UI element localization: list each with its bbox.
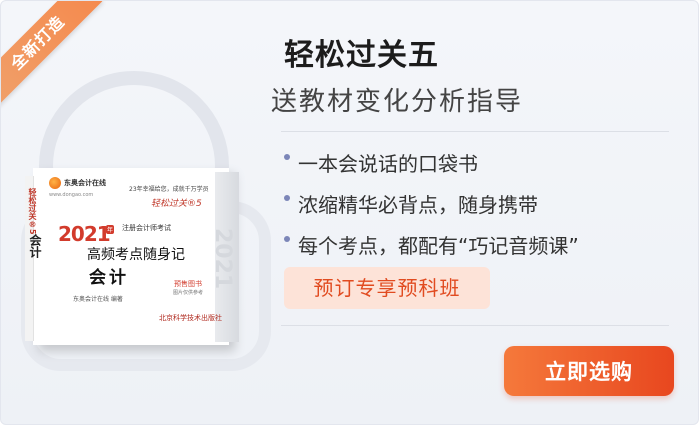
promo-badge: 预订专享预科班 xyxy=(284,267,490,309)
bottom-divider xyxy=(281,325,669,326)
feature-text: 浓缩精华必背点，随身携带 xyxy=(298,193,538,217)
book-badge-line1: 预售图书 xyxy=(174,280,202,288)
book-year-tag: 年 xyxy=(106,225,115,234)
bullet-dot-icon xyxy=(284,195,290,201)
feature-text: 一本会说话的口袋书 xyxy=(298,152,478,176)
ribbon-label: 全新打造 xyxy=(1,1,103,108)
book-year: 2021 xyxy=(58,222,111,246)
book-exam: 注册会计师考试 xyxy=(122,224,171,232)
feature-item: 一本会说话的口袋书 xyxy=(284,148,579,189)
book-subject: 会计 xyxy=(89,268,129,288)
top-divider xyxy=(281,131,669,132)
book-badge-line2: 图片仅供参考 xyxy=(173,290,204,296)
book-logo: 东奥会计在线 xyxy=(49,177,106,189)
product-card: 全新打造 轻松过关®5 会计 2021 东奥会计在线 www.dongao.co… xyxy=(0,0,699,425)
book-cover-image: 轻松过关®5 会计 2021 东奥会计在线 www.dongao.com 23年… xyxy=(25,168,239,345)
dongao-logo-icon xyxy=(49,177,61,189)
feature-item: 浓缩精华必背点，随身携带 xyxy=(284,189,579,230)
bullet-dot-icon xyxy=(284,236,290,242)
book-main-title: 高频考点随身记 xyxy=(87,247,185,263)
book-slogan: 23年幸福给您，成就千万学员 xyxy=(129,186,209,193)
product-title: 轻松过关五 xyxy=(284,38,439,73)
book-edge: 轻松过关®5 会计 xyxy=(25,176,42,341)
book-author: 东奥会计在线 编著 xyxy=(73,296,123,303)
book-logo-text: 东奥会计在线 xyxy=(64,179,106,187)
corner-ribbon: 全新打造 xyxy=(1,1,111,111)
feature-text: 每个考点，都配有“巧记音频课” xyxy=(298,234,579,258)
book-logo-url: www.dongao.com xyxy=(49,192,94,198)
product-subtitle: 送教材变化分析指导 xyxy=(271,87,524,117)
book-edge-subject: 会计 xyxy=(28,234,42,258)
bullet-dot-icon xyxy=(284,154,290,160)
book-spine-year: 2021 xyxy=(210,228,235,290)
buy-now-button[interactable]: 立即选购 xyxy=(504,346,674,396)
book-publisher: 北京科学技术出版社 xyxy=(159,314,222,322)
book-handwriting: 轻松过关®5 xyxy=(151,199,202,209)
book-edge-title: 轻松过关®5 xyxy=(28,188,37,235)
book-presale-badge: 预售图书 图片仅供参考 xyxy=(173,280,203,298)
feature-list: 一本会说话的口袋书 浓缩精华必背点，随身携带 每个考点，都配有“巧记音频课” xyxy=(284,148,579,271)
feature-item: 每个考点，都配有“巧记音频课” xyxy=(284,230,579,271)
